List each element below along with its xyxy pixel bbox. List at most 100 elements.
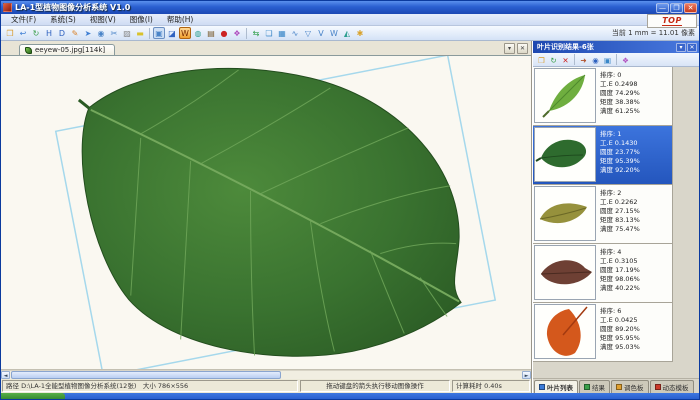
stat-line: 矩度 98.06% xyxy=(600,275,640,284)
stat-rank: 排序: 4 xyxy=(600,248,640,257)
menu-file[interactable]: 文件(F) xyxy=(4,14,43,26)
image-mode-icon[interactable]: ▣ xyxy=(602,54,613,65)
tab-leaf-list[interactable]: 叶片列表 xyxy=(534,380,578,393)
tab-label: 结果 xyxy=(592,382,605,392)
stats-icon[interactable]: ▤ xyxy=(205,27,217,39)
tab-dynamic-template[interactable]: 动态模板 xyxy=(650,380,694,393)
angle-v-icon[interactable]: V xyxy=(315,27,327,39)
grid-icon[interactable]: ▦ xyxy=(276,27,288,39)
area-chart-icon[interactable]: ◭ xyxy=(341,27,353,39)
scale-label: 当前 1 mm = 11.01 像素 xyxy=(612,28,695,38)
stat-line: 满度 95.03% xyxy=(600,343,640,352)
delete-result-icon[interactable]: ✕ xyxy=(560,54,571,65)
status-compute-time: 计算耗时 0.40s xyxy=(452,380,530,392)
vendor-logo: TOP xyxy=(647,14,697,28)
leaf-thumbnail-3[interactable] xyxy=(534,245,596,300)
stat-line: 矩度 38.38% xyxy=(600,98,640,107)
maximize-button[interactable]: ❐ xyxy=(670,3,683,13)
stat-line: 圆度 89.20% xyxy=(600,325,640,334)
minimize-button[interactable]: — xyxy=(656,3,669,13)
export-result-icon[interactable]: ➜ xyxy=(578,54,589,65)
scroll-left-icon[interactable]: ◄ xyxy=(1,371,10,379)
menu-help[interactable]: 帮助(H) xyxy=(160,14,201,26)
ruler-icon[interactable]: ∿ xyxy=(289,27,301,39)
panel-title-bar[interactable]: 叶片识别结果-6张 ▾ ✕ xyxy=(533,41,699,53)
tab-results[interactable]: 结果 xyxy=(579,380,610,393)
stat-line: 满度 92.20% xyxy=(600,166,640,175)
open-result-icon[interactable]: ❒ xyxy=(536,54,547,65)
image-select-icon[interactable]: ▣ xyxy=(153,27,165,39)
menu-view[interactable]: 视图(V) xyxy=(83,14,123,26)
pen-icon[interactable]: ✎ xyxy=(69,27,81,39)
tab-label: 叶片列表 xyxy=(547,382,573,392)
status-bar: 路径 D:\LA-1全能型植物图像分析系统(12张) 大小 786×556 拖动… xyxy=(1,379,531,393)
leaf-result-item-1[interactable]: 排序: 1 工.E 0.1430 圆度 23.77% 矩度 95.39% 满度 … xyxy=(533,126,673,185)
mask-icon[interactable]: ◪ xyxy=(166,27,178,39)
start-button[interactable] xyxy=(1,393,65,400)
leaf-thumbnail-4[interactable] xyxy=(534,304,596,359)
layers-icon[interactable]: ❏ xyxy=(263,27,275,39)
search-result-icon[interactable]: ◉ xyxy=(590,54,601,65)
scrollbar-thumb[interactable] xyxy=(11,371,281,379)
close-button[interactable]: ✕ xyxy=(684,3,697,13)
toolbar-separator xyxy=(616,54,617,65)
menu-system[interactable]: 系统(S) xyxy=(43,14,83,26)
taskbar[interactable] xyxy=(1,393,699,400)
refresh-icon[interactable]: ↻ xyxy=(30,27,42,39)
stat-line: 工.E 0.1430 xyxy=(600,139,640,148)
scroll-right-icon[interactable]: ► xyxy=(522,371,531,379)
title-bar[interactable]: LA-1型植物图像分析系统 V1.0 — ❐ ✕ xyxy=(1,1,699,14)
palette-mode-icon[interactable]: ❖ xyxy=(620,54,631,65)
results-icon xyxy=(584,384,590,390)
leaf-thumbnail-2[interactable] xyxy=(534,186,596,241)
panel-tabs: 叶片列表 结果 调色板 动态模板 xyxy=(533,378,699,393)
leaf-result-item-0[interactable]: 排序: 0 工.E 0.2498 圆度 74.29% 矩度 38.38% 满度 … xyxy=(533,67,673,126)
image-canvas[interactable] xyxy=(1,56,531,370)
leaf-result-item-2[interactable]: 排序: 2 工.E 0.2262 圆度 27.15% 矩度 83.13% 满度 … xyxy=(533,185,673,244)
stat-line: 工.E 0.2498 xyxy=(600,80,640,89)
back-icon[interactable]: ↩ xyxy=(17,27,29,39)
eraser-icon[interactable]: ▨ xyxy=(121,27,133,39)
angle-icon[interactable]: ▽ xyxy=(302,27,314,39)
tab-palette[interactable]: 调色板 xyxy=(611,380,649,393)
tab-close-button[interactable]: ✕ xyxy=(517,43,528,54)
tools-dropdown-icon[interactable]: ✱ xyxy=(354,27,366,39)
menu-image[interactable]: 图像(I) xyxy=(123,14,160,26)
cut-icon[interactable]: ✂ xyxy=(108,27,120,39)
refresh-result-icon[interactable]: ↻ xyxy=(548,54,559,65)
toolbar-separator xyxy=(574,54,575,65)
fill-color-icon[interactable]: ▬ xyxy=(134,27,146,39)
watershed-icon[interactable]: W xyxy=(179,27,191,39)
window-title: LA-1型植物图像分析系统 V1.0 xyxy=(15,2,655,13)
leaf-stats-2: 排序: 2 工.E 0.2262 圆度 27.15% 矩度 83.13% 满度 … xyxy=(597,185,640,243)
horizontal-scrollbar[interactable]: ◄ ► xyxy=(1,370,531,379)
tab-scroll-button[interactable]: ▾ xyxy=(504,43,515,54)
histogram-icon[interactable]: H xyxy=(43,27,55,39)
data-icon[interactable]: D xyxy=(56,27,68,39)
swap-icon[interactable]: ⇆ xyxy=(250,27,262,39)
stat-line: 圆度 23.77% xyxy=(600,148,640,157)
leaf-result-item-4[interactable]: 排序: 6 工.E 0.0425 圆度 89.20% 矩度 95.95% 满度 … xyxy=(533,303,673,362)
toolbar-separator xyxy=(149,28,150,39)
leaf-thumbnail-0[interactable] xyxy=(534,68,596,123)
document-tab[interactable]: eeyew-05.jpg[114k] xyxy=(19,44,115,55)
open-icon[interactable]: ❒ xyxy=(4,27,16,39)
angle-w-icon[interactable]: W xyxy=(328,27,340,39)
stat-rank: 排序: 2 xyxy=(600,189,640,198)
palette-icon xyxy=(616,384,622,390)
leaf-result-item-3[interactable]: 排序: 4 工.E 0.3105 圆度 17.19% 矩度 98.06% 满度 … xyxy=(533,244,673,303)
stat-line: 工.E 0.0425 xyxy=(600,316,640,325)
zoom-icon[interactable]: ◉ xyxy=(95,27,107,39)
panel-close-button[interactable]: ✕ xyxy=(687,43,697,52)
select-arrow-icon[interactable]: ➤ xyxy=(82,27,94,39)
stat-line: 满度 75.47% xyxy=(600,225,640,234)
leaf-stats-4: 排序: 6 工.E 0.0425 圆度 89.20% 矩度 95.95% 满度 … xyxy=(597,303,640,361)
scrollbar-track[interactable] xyxy=(281,371,522,379)
leaf-thumbnail-1[interactable] xyxy=(534,127,596,182)
panel-title: 叶片识别结果-6张 xyxy=(537,42,675,52)
stat-line: 满度 61.25% xyxy=(600,107,640,116)
globe-analyze-icon[interactable]: ◍ xyxy=(192,27,204,39)
panel-menu-button[interactable]: ▾ xyxy=(676,43,686,52)
record-icon[interactable]: ● xyxy=(218,27,230,39)
palette-icon[interactable]: ❖ xyxy=(231,27,243,39)
